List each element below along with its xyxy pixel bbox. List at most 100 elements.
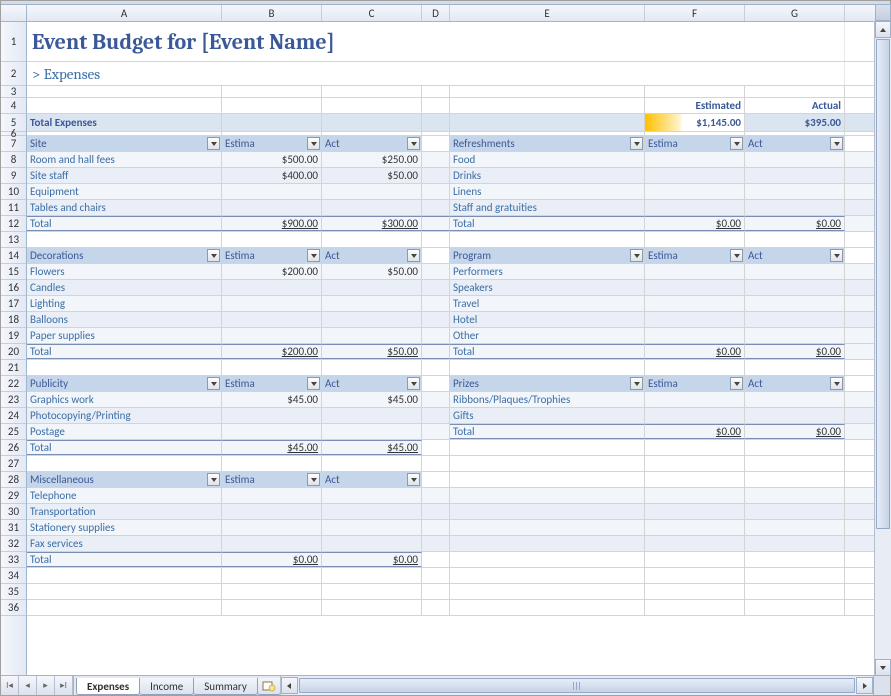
filter-button[interactable] <box>830 377 843 390</box>
col-estimated[interactable]: Estima <box>222 376 322 391</box>
filter-button[interactable] <box>730 249 743 262</box>
data-label[interactable]: Paper supplies <box>27 328 222 343</box>
data-est[interactable] <box>222 296 322 311</box>
data-act[interactable] <box>322 312 422 327</box>
data-act[interactable] <box>745 408 845 423</box>
data-act[interactable] <box>745 184 845 199</box>
data-label[interactable]: Flowers <box>27 264 222 279</box>
data-label[interactable]: Food <box>450 152 645 167</box>
data-label[interactable]: Travel <box>450 296 645 311</box>
section-header[interactable]: Prizes <box>450 376 645 391</box>
row-header-11[interactable]: 11 <box>1 200 26 216</box>
data-act[interactable] <box>322 408 422 423</box>
data-act[interactable] <box>745 296 845 311</box>
sheet-tab-insert[interactable] <box>257 678 281 695</box>
filter-button[interactable] <box>407 137 420 150</box>
data-est[interactable] <box>222 504 322 519</box>
row-header-26[interactable]: 26 <box>1 440 26 456</box>
data-label[interactable]: Ribbons/Plaques/Trophies <box>450 392 645 407</box>
hscroll-right-button[interactable] <box>856 677 873 694</box>
row-header-32[interactable]: 32 <box>1 536 26 552</box>
section-header[interactable]: Program <box>450 248 645 263</box>
row-header-16[interactable]: 16 <box>1 280 26 296</box>
data-act[interactable] <box>322 504 422 519</box>
data-est[interactable] <box>645 264 745 279</box>
filter-button[interactable] <box>307 137 320 150</box>
filter-button[interactable] <box>630 249 643 262</box>
data-est[interactable] <box>645 328 745 343</box>
tab-next-button[interactable]: ▸ <box>37 676 55 695</box>
tab-last-button[interactable]: ▸I <box>55 676 73 695</box>
filter-button[interactable] <box>207 473 220 486</box>
data-est[interactable]: $45.00 <box>222 392 322 407</box>
data-label[interactable]: Speakers <box>450 280 645 295</box>
data-label[interactable]: Tables and chairs <box>27 200 222 215</box>
filter-button[interactable] <box>630 137 643 150</box>
filter-button[interactable] <box>207 377 220 390</box>
data-act[interactable] <box>745 328 845 343</box>
data-act[interactable] <box>322 184 422 199</box>
vscroll-down-button[interactable] <box>875 659 891 676</box>
data-label[interactable]: Hotel <box>450 312 645 327</box>
col-estimated[interactable]: Estima <box>645 376 745 391</box>
data-act[interactable] <box>745 264 845 279</box>
col-header-B[interactable]: B <box>222 5 322 21</box>
col-header-E[interactable]: E <box>450 5 645 21</box>
data-label[interactable]: Linens <box>450 184 645 199</box>
filter-button[interactable] <box>207 137 220 150</box>
row-header-21[interactable]: 21 <box>1 360 26 376</box>
sheet-tab-income[interactable]: Income <box>139 678 194 695</box>
filter-button[interactable] <box>207 249 220 262</box>
data-label[interactable]: Gifts <box>450 408 645 423</box>
sheet-tab-summary[interactable]: Summary <box>193 678 258 695</box>
data-act[interactable]: $45.00 <box>322 392 422 407</box>
data-est[interactable] <box>222 408 322 423</box>
data-label[interactable]: Staff and gratuities <box>450 200 645 215</box>
filter-button[interactable] <box>307 377 320 390</box>
col-estimated[interactable]: Estima <box>222 248 322 263</box>
col-header-D[interactable]: D <box>422 5 450 21</box>
data-act[interactable] <box>322 328 422 343</box>
vscroll-up-button[interactable] <box>875 21 891 38</box>
data-label[interactable]: Stationery supplies <box>27 520 222 535</box>
select-all-corner[interactable] <box>1 5 27 21</box>
data-label[interactable]: Transportation <box>27 504 222 519</box>
col-actual[interactable]: Act <box>322 472 422 487</box>
data-est[interactable] <box>222 200 322 215</box>
data-est[interactable] <box>222 424 322 439</box>
data-label[interactable]: Balloons <box>27 312 222 327</box>
row-header-20[interactable]: 20 <box>1 344 26 360</box>
filter-button[interactable] <box>307 249 320 262</box>
row-header-7[interactable]: 7 <box>1 136 26 152</box>
col-estimated[interactable]: Estima <box>645 248 745 263</box>
vscroll-split-handle[interactable] <box>875 4 891 21</box>
row-header-12[interactable]: 12 <box>1 216 26 232</box>
data-act[interactable]: $250.00 <box>322 152 422 167</box>
data-est[interactable] <box>645 152 745 167</box>
data-est[interactable] <box>222 280 322 295</box>
data-est[interactable] <box>222 328 322 343</box>
col-header-F[interactable]: F <box>645 5 745 21</box>
data-act[interactable]: $50.00 <box>322 264 422 279</box>
row-header-25[interactable]: 25 <box>1 424 26 440</box>
filter-button[interactable] <box>730 137 743 150</box>
col-actual[interactable]: Act <box>745 248 845 263</box>
section-header[interactable]: Site <box>27 136 222 151</box>
data-est[interactable] <box>645 184 745 199</box>
vscroll[interactable] <box>874 21 891 676</box>
data-label[interactable]: Performers <box>450 264 645 279</box>
row-header-15[interactable]: 15 <box>1 264 26 280</box>
row-header-8[interactable]: 8 <box>1 152 26 168</box>
section-header[interactable]: Miscellaneous <box>27 472 222 487</box>
sheet-tab-expenses[interactable]: Expenses <box>76 678 140 695</box>
data-act[interactable] <box>322 520 422 535</box>
title-cell[interactable]: Event Budget for [Event Name] <box>27 22 845 61</box>
data-est[interactable] <box>645 312 745 327</box>
data-act[interactable] <box>322 296 422 311</box>
filter-button[interactable] <box>630 377 643 390</box>
row-header-18[interactable]: 18 <box>1 312 26 328</box>
section-header[interactable]: Decorations <box>27 248 222 263</box>
section-header[interactable]: Publicity <box>27 376 222 391</box>
filter-button[interactable] <box>830 137 843 150</box>
subtitle-cell[interactable]: > Expenses <box>27 62 845 85</box>
